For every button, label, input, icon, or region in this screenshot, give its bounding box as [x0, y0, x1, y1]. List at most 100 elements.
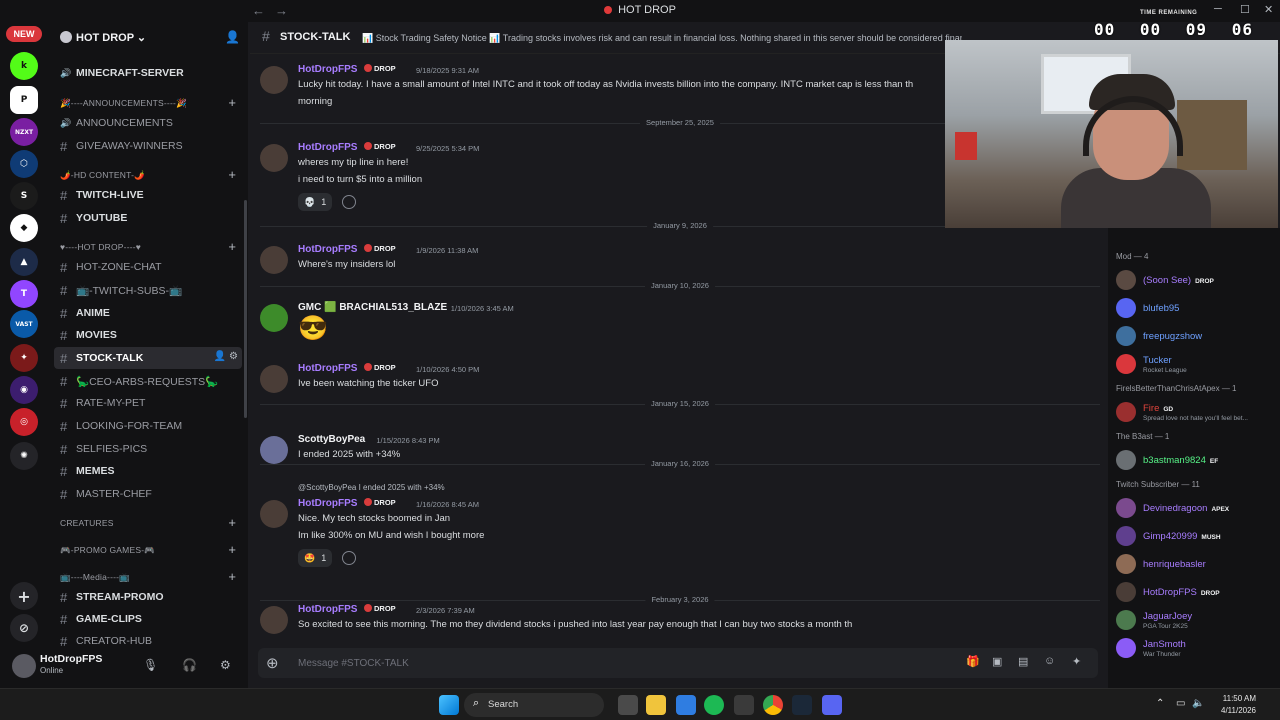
member-item[interactable]: henriquebasler	[1116, 552, 1280, 576]
channel-item[interactable]: 🔊 MINECRAFT-SERVER	[48, 62, 248, 84]
add-reaction-icon[interactable]	[342, 195, 356, 209]
gif-icon[interactable]: ▣	[992, 655, 1002, 668]
microphone-icon[interactable]: 🎙	[143, 658, 158, 672]
message-author[interactable]: HotDropFPS	[298, 244, 357, 255]
member-item[interactable]: Fire GD Spread love not hate you'll feel b…	[1116, 400, 1280, 424]
task-view-icon[interactable]	[618, 695, 638, 715]
message-author[interactable]: HotDropFPS	[298, 142, 357, 153]
channel-item[interactable]: # SELFIES-PICS	[48, 438, 248, 460]
message-author[interactable]: HotDropFPS	[298, 64, 357, 75]
settings-gear-icon[interactable]: ⚙	[220, 658, 231, 672]
server-icon-vast-server[interactable]: VAST	[10, 310, 38, 338]
avatar[interactable]	[260, 304, 288, 332]
channel-item[interactable]: # YOUTUBE	[48, 207, 248, 229]
channel-category[interactable]: 📺----Media----📺 +	[48, 566, 248, 588]
channel-category[interactable]: 🎉----ANNOUNCEMENTS----🎉 +	[48, 92, 248, 114]
chrome-icon[interactable]	[763, 695, 783, 715]
channel-item[interactable]: # STREAM-PROMO	[48, 586, 248, 608]
create-channel-icon[interactable]: +	[228, 569, 236, 584]
member-item[interactable]: Gimp420999 MUSH	[1116, 524, 1280, 548]
member-item[interactable]: b3astman9824 EF	[1116, 448, 1280, 472]
avatar[interactable]	[260, 144, 288, 172]
server-icon-sanctuary-server[interactable]: S	[10, 182, 38, 210]
server-icon-purple-server[interactable]: ◉	[10, 376, 38, 404]
server-icon-twitch-server[interactable]: T	[10, 280, 38, 308]
message-author[interactable]: HotDropFPS	[298, 363, 357, 374]
message-author[interactable]: GMC 🟩 BRACHIAL513_BLAZE	[298, 302, 447, 313]
create-channel-icon[interactable]: +	[228, 542, 236, 557]
server-icon-cube-server[interactable]: ◆	[10, 214, 38, 242]
headset-icon[interactable]: 🎧	[182, 658, 197, 672]
create-channel-icon[interactable]: +	[228, 515, 236, 530]
member-item[interactable]: (Soon See) DROP	[1116, 268, 1280, 292]
message-author[interactable]: HotDropFPS	[298, 498, 357, 509]
create-channel-icon[interactable]: +	[228, 167, 236, 182]
channel-category[interactable]: ♥----HOT DROP----♥ +	[48, 236, 248, 258]
reply-preview[interactable]: @ScottyBoyPea I ended 2025 with +34%	[298, 483, 445, 492]
avatar[interactable]	[260, 436, 288, 464]
steam-icon[interactable]	[792, 695, 812, 715]
avatar[interactable]	[260, 246, 288, 274]
channel-topic[interactable]: 📊 Stock Trading Safety Notice 📊 Trading …	[362, 33, 962, 44]
emoji-icon[interactable]: ☺	[1044, 655, 1055, 667]
create-channel-icon[interactable]: +	[228, 239, 236, 254]
channel-category[interactable]: 🎮-PROMO GAMES-🎮 +	[48, 539, 248, 561]
channel-item[interactable]: # MOVIES	[48, 324, 248, 346]
gift-icon[interactable]: 🎁	[966, 655, 980, 668]
attach-plus-icon[interactable]: ⊕	[266, 654, 279, 672]
taskbar-clock[interactable]: 11:50 AM 4/11/2026	[1206, 693, 1256, 717]
channel-item[interactable]: # STOCK-TALK 👤 ⚙	[48, 347, 248, 369]
member-item[interactable]: Devinedragoon APEX	[1116, 496, 1280, 520]
user-name[interactable]: HotDropFPS	[40, 653, 102, 665]
message-input[interactable]	[298, 654, 898, 672]
tray-overflow-icon[interactable]: ⌃	[1156, 698, 1164, 709]
network-icon[interactable]: ▭	[1176, 698, 1185, 709]
sticker-icon[interactable]: ▤	[1018, 655, 1028, 668]
file-explorer-icon[interactable]	[646, 695, 666, 715]
hud-app-icon[interactable]	[734, 695, 754, 715]
channel-list-scrollbar[interactable]	[244, 200, 247, 418]
message-author[interactable]: HotDropFPS	[298, 604, 357, 615]
channel-item[interactable]: # RATE-MY-PET	[48, 392, 248, 414]
add-server-icon[interactable]: +	[10, 582, 38, 610]
server-icon-mountain-server[interactable]: ▲	[10, 248, 38, 276]
start-icon[interactable]	[439, 695, 459, 715]
server-icon-hex-server[interactable]: ⬡	[10, 150, 38, 178]
channel-item[interactable]: # ANIME	[48, 302, 248, 324]
reaction-pill[interactable]: 🤩 1	[298, 549, 333, 567]
channel-item[interactable]: # GAME-CLIPS	[48, 608, 248, 630]
server-icon-dark-server[interactable]: ✺	[10, 442, 38, 470]
member-item[interactable]: Tucker Rocket League	[1116, 352, 1280, 376]
channel-item[interactable]: # MEMES	[48, 460, 248, 482]
channel-item[interactable]: 🔊 ANNOUNCEMENTS	[48, 112, 248, 134]
server-icon-feather-server[interactable]: ✦	[10, 344, 38, 372]
reaction-pill[interactable]: 💀 1	[298, 193, 333, 211]
avatar[interactable]	[260, 500, 288, 528]
channel-item[interactable]: # CREATOR-HUB	[48, 630, 248, 647]
channel-category[interactable]: CREATURES +	[48, 512, 248, 534]
channel-category[interactable]: 🌶️-HD CONTENT-🌶️ +	[48, 164, 248, 186]
channel-settings-icon[interactable]: 👤 ⚙	[214, 351, 238, 362]
channel-item[interactable]: # GIVEAWAY-WINNERS	[48, 135, 248, 157]
create-channel-icon[interactable]: +	[228, 95, 236, 110]
taskbar-search[interactable]: ⌕ Search	[464, 693, 604, 717]
guild-name[interactable]: HOT DROP ⌄	[76, 31, 146, 44]
discover-icon[interactable]: ⊘	[10, 614, 38, 642]
server-icon-red-ring-server[interactable]: ◎	[10, 408, 38, 436]
member-item[interactable]: HotDropFPS DROP	[1116, 580, 1280, 604]
spotify-icon[interactable]	[704, 695, 724, 715]
channel-item[interactable]: # MASTER-CHEF	[48, 483, 248, 505]
add-reaction-icon[interactable]	[342, 551, 356, 565]
member-item[interactable]: freepugzshow	[1116, 324, 1280, 348]
server-icon-kick-server[interactable]: k	[10, 52, 38, 80]
notepad-icon[interactable]	[676, 695, 696, 715]
server-icon-p-server[interactable]: P	[10, 86, 38, 114]
guild-header[interactable]: HOT DROP ⌄ 👤	[48, 22, 248, 52]
channel-item[interactable]: # TWITCH-LIVE	[48, 184, 248, 206]
channel-item[interactable]: # 🦕CEO-ARBS-REQUESTS🦕	[48, 370, 248, 392]
avatar[interactable]	[260, 66, 288, 94]
server-icon-nzxt-server[interactable]: NZXT	[10, 118, 38, 146]
discord-icon[interactable]	[822, 695, 842, 715]
channel-item[interactable]: # HOT-ZONE-CHAT	[48, 256, 248, 278]
avatar[interactable]	[12, 654, 36, 678]
